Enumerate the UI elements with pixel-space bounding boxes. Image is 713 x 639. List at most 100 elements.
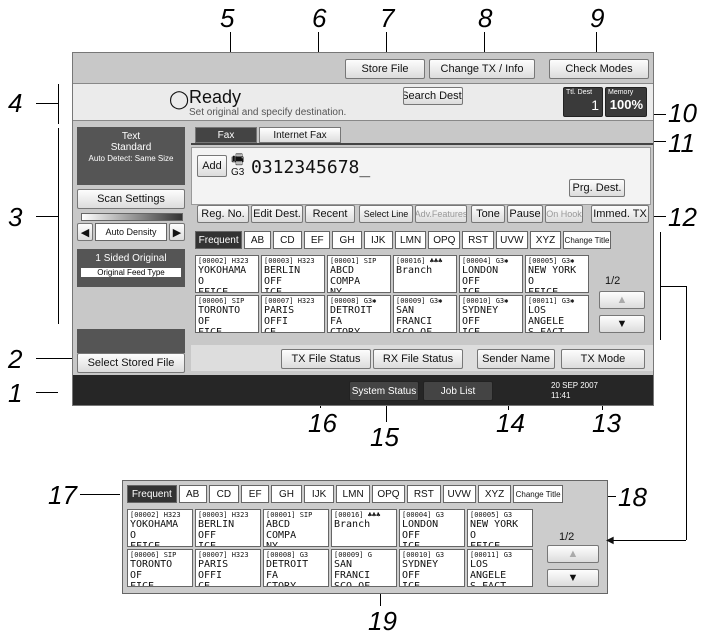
entry-name-line: CE xyxy=(198,581,211,587)
title-tab-frequent[interactable]: Frequent xyxy=(195,231,243,249)
zoomed-destination-list: Frequent AB CD EF GH IJK LMN OPQ RST UVW XYZ Change… xyxy=(122,480,608,594)
tx-file-status-button[interactable]: TX File Status xyxy=(281,349,371,369)
title-tab-ef[interactable]: EF xyxy=(303,231,331,249)
immed-tx-button[interactable]: Immed. TX xyxy=(591,205,649,223)
destination-entry[interactable]: [00008] G3✱ DETROIT FA CTORY xyxy=(327,295,391,333)
title-tab-change-title[interactable]: Change Title xyxy=(563,231,611,249)
destination-entry[interactable]: [00006] SIP TORONTO OF FICE xyxy=(195,295,259,333)
tab-internet-fax[interactable]: Internet Fax xyxy=(259,127,341,143)
destination-entry[interactable]: [00010] G3 SYDNEY OFF ICE xyxy=(399,549,465,587)
destination-entry[interactable]: [00005] G3✱ NEW YORK O FFICE xyxy=(525,255,589,293)
title-tab-zoomed-rst[interactable]: RST xyxy=(407,485,441,503)
title-tab-lmn[interactable]: LMN xyxy=(394,231,427,249)
title-tab-gh[interactable]: GH xyxy=(332,231,362,249)
title-tab-zoomed-ef[interactable]: EF xyxy=(241,485,270,503)
entry-name-line: Branch xyxy=(396,265,433,276)
title-tab-cd[interactable]: CD xyxy=(272,231,302,249)
prg-dest-button[interactable]: Prg. Dest. xyxy=(569,179,625,197)
search-dest-button[interactable]: Search Dest. xyxy=(403,87,463,105)
arrow-head: ◀ xyxy=(606,535,614,546)
destination-entry[interactable]: [00006] SIP TORONTO OF FICE xyxy=(127,549,193,587)
entry-grid-zoomed: [00002] H323 YOKOHAMA O FFICE [00003] H323 B… xyxy=(127,509,537,589)
destination-entry[interactable]: [00009] G3✱ SAN FRANCI SCO OF xyxy=(393,295,457,333)
title-tab-zoomed-opq[interactable]: OPQ xyxy=(371,485,406,503)
system-status-button[interactable]: System Status xyxy=(349,381,419,401)
page-down-button[interactable]: ▼ xyxy=(599,315,645,333)
add-button[interactable]: Add xyxy=(197,155,227,177)
destination-entry[interactable]: [00010] G3✱ SYDNEY OFF ICE xyxy=(459,295,523,333)
destination-entry[interactable]: [00001] SIP ABCD COMPA NY xyxy=(327,255,391,293)
tx-mode-button[interactable]: TX Mode xyxy=(561,349,645,369)
destination-entry[interactable]: [00002] H323 YOKOHAMA O FFICE xyxy=(127,509,193,547)
title-tab-zoomed-uvw[interactable]: UVW xyxy=(442,485,476,503)
reg-no-button[interactable]: Reg. No. xyxy=(197,205,249,223)
resolution: Standard xyxy=(110,142,152,153)
title-tab-ijk[interactable]: IJK xyxy=(363,231,393,249)
edit-dest-button[interactable]: Edit Dest. xyxy=(251,205,303,223)
original-feed-type[interactable]: Original Feed Type xyxy=(81,268,181,277)
recent-button[interactable]: Recent xyxy=(305,205,355,223)
title-tab-zoomed-change-title[interactable]: Change Title xyxy=(513,485,563,503)
destination-entry[interactable]: [00011] G3✱ LOS ANGELE S FACT xyxy=(525,295,589,333)
destination-entry[interactable]: [00009] G SAN FRANCI SCO OF xyxy=(331,549,397,587)
title-tab-zoomed-xyz[interactable]: XYZ xyxy=(477,485,512,503)
title-tab-zoomed-frequent[interactable]: Frequent xyxy=(127,485,177,503)
entry-name-line: FFICE xyxy=(130,541,161,547)
select-line-button[interactable]: Select Line xyxy=(359,205,413,223)
auto-density-label[interactable]: Auto Density xyxy=(95,223,167,241)
title-tab-zoomed-ijk[interactable]: IJK xyxy=(303,485,335,503)
page-up-button[interactable]: ▲ xyxy=(599,291,645,309)
callout-19: 19 xyxy=(368,606,397,636)
destination-entry[interactable]: [00005] G3 NEW YORK O FFICE xyxy=(467,509,533,547)
sided-original[interactable]: 1 Sided Original xyxy=(77,249,185,264)
title-tab-zoomed-lmn[interactable]: LMN xyxy=(336,485,370,503)
title-tab-xyz[interactable]: XYZ xyxy=(529,231,562,249)
title-tab-opq[interactable]: OPQ xyxy=(428,231,461,249)
adv-features-button[interactable]: Adv.Features xyxy=(415,205,467,223)
destination-entry[interactable]: [00016] ♣♣♣ Branch xyxy=(393,255,457,293)
entry-header: [00005] G3✱ xyxy=(528,257,575,265)
title-tab-uvw[interactable]: UVW xyxy=(495,231,528,249)
title-tab-ab[interactable]: AB xyxy=(244,231,271,249)
destination-entry[interactable]: [00004] G3 LONDON OFF ICE xyxy=(399,509,465,547)
pause-button[interactable]: Pause xyxy=(507,205,543,223)
destination-entry[interactable]: [00003] H323 BERLIN OFF ICE xyxy=(261,255,325,293)
callout-9: 9 xyxy=(590,3,605,33)
destination-entry[interactable]: [00004] G3✱ LONDON OFF ICE xyxy=(459,255,523,293)
destination-entry[interactable]: [00011] G3 LOS ANGELE S FACT xyxy=(467,549,533,587)
entry-name-line: ICE xyxy=(462,287,481,293)
destination-entry[interactable]: [00007] H323 PARIS OFFI CE xyxy=(195,549,261,587)
page-down-button-zoomed[interactable]: ▼ xyxy=(547,569,599,587)
title-tab-zoomed-gh[interactable]: GH xyxy=(271,485,302,503)
scan-mode-panel: Text Standard Auto Detect: Same Size xyxy=(77,127,185,185)
destination-entry[interactable]: [00001] SIP ABCD COMPA NY xyxy=(263,509,329,547)
select-stored-file-button[interactable]: Select Stored File xyxy=(77,353,185,373)
page-up-button-zoomed[interactable]: ▲ xyxy=(547,545,599,563)
destination-entry[interactable]: [00003] H323 BERLIN OFF ICE xyxy=(195,509,261,547)
entry-name-line: SAN FRANCI xyxy=(396,305,433,327)
density-darker-button[interactable]: ▶ xyxy=(169,223,185,241)
title-tab-rst[interactable]: RST xyxy=(462,231,494,249)
destination-entry[interactable]: [00007] H323 PARIS OFFI CE xyxy=(261,295,325,333)
destination-entry[interactable]: [00008] G3 DETROIT FA CTORY xyxy=(263,549,329,587)
destination-entry[interactable]: [00002] H323 YOKOHAMA O FFICE xyxy=(195,255,259,293)
fax-screen: Store File Change TX / Info Check Modes … xyxy=(72,52,654,406)
rx-file-status-button[interactable]: RX File Status xyxy=(373,349,463,369)
tone-button[interactable]: Tone xyxy=(471,205,505,223)
entry-header: [00003] H323 xyxy=(264,257,315,265)
entry-header: [00008] G3 xyxy=(266,551,309,559)
on-hook-button[interactable]: On Hook xyxy=(545,205,583,223)
destination-entry[interactable]: [00016] ♣♣♣ Branch xyxy=(331,509,397,547)
title-tab-zoomed-cd[interactable]: CD xyxy=(208,485,240,503)
tab-fax[interactable]: Fax xyxy=(195,127,257,143)
scan-settings-button[interactable]: Scan Settings xyxy=(77,189,185,209)
change-tx-info-button[interactable]: Change TX / Info xyxy=(429,59,535,79)
check-modes-button[interactable]: Check Modes xyxy=(549,59,649,79)
sender-name-button[interactable]: Sender Name xyxy=(477,349,555,369)
entry-name-line: TORONTO OF xyxy=(130,559,173,581)
store-file-button[interactable]: Store File xyxy=(345,59,425,79)
leader-1 xyxy=(36,392,58,393)
density-lighter-button[interactable]: ◀ xyxy=(77,223,93,241)
title-tab-zoomed-ab[interactable]: AB xyxy=(178,485,207,503)
job-list-button[interactable]: Job List xyxy=(423,381,493,401)
